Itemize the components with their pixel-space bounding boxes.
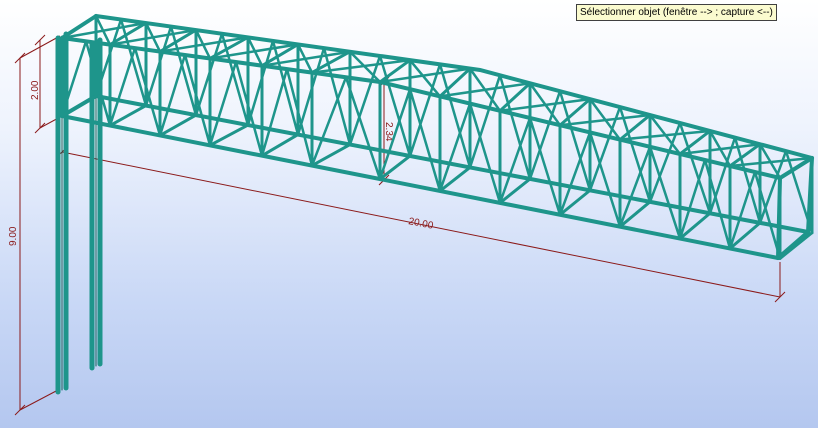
front-diagonal bbox=[310, 76, 348, 167]
back-diagonal bbox=[322, 46, 352, 146]
structure-viewport[interactable]: 9.00 2.00 2.34 20.00 bbox=[0, 0, 818, 428]
span-length-label: 20.00 bbox=[407, 216, 434, 232]
steel-truss-structure[interactable] bbox=[55, 14, 814, 395]
back-diagonal bbox=[169, 25, 198, 117]
back-diagonal bbox=[271, 39, 300, 136]
back-diagonal bbox=[784, 149, 814, 235]
columns bbox=[55, 31, 103, 395]
dimension-lines bbox=[14, 34, 786, 416]
back-diagonal bbox=[678, 121, 712, 215]
back-diagonal bbox=[119, 18, 148, 107]
dimension-labels: 9.00 2.00 2.34 20.00 bbox=[8, 80, 435, 246]
bottom-strut bbox=[778, 231, 814, 260]
back-diagonal bbox=[220, 32, 250, 127]
column-height-label: 9.00 bbox=[8, 226, 19, 246]
top-offset-label: 2.00 bbox=[30, 80, 41, 100]
selection-tooltip: Sélectionner objet (fenêtre --> ; captur… bbox=[576, 4, 777, 21]
